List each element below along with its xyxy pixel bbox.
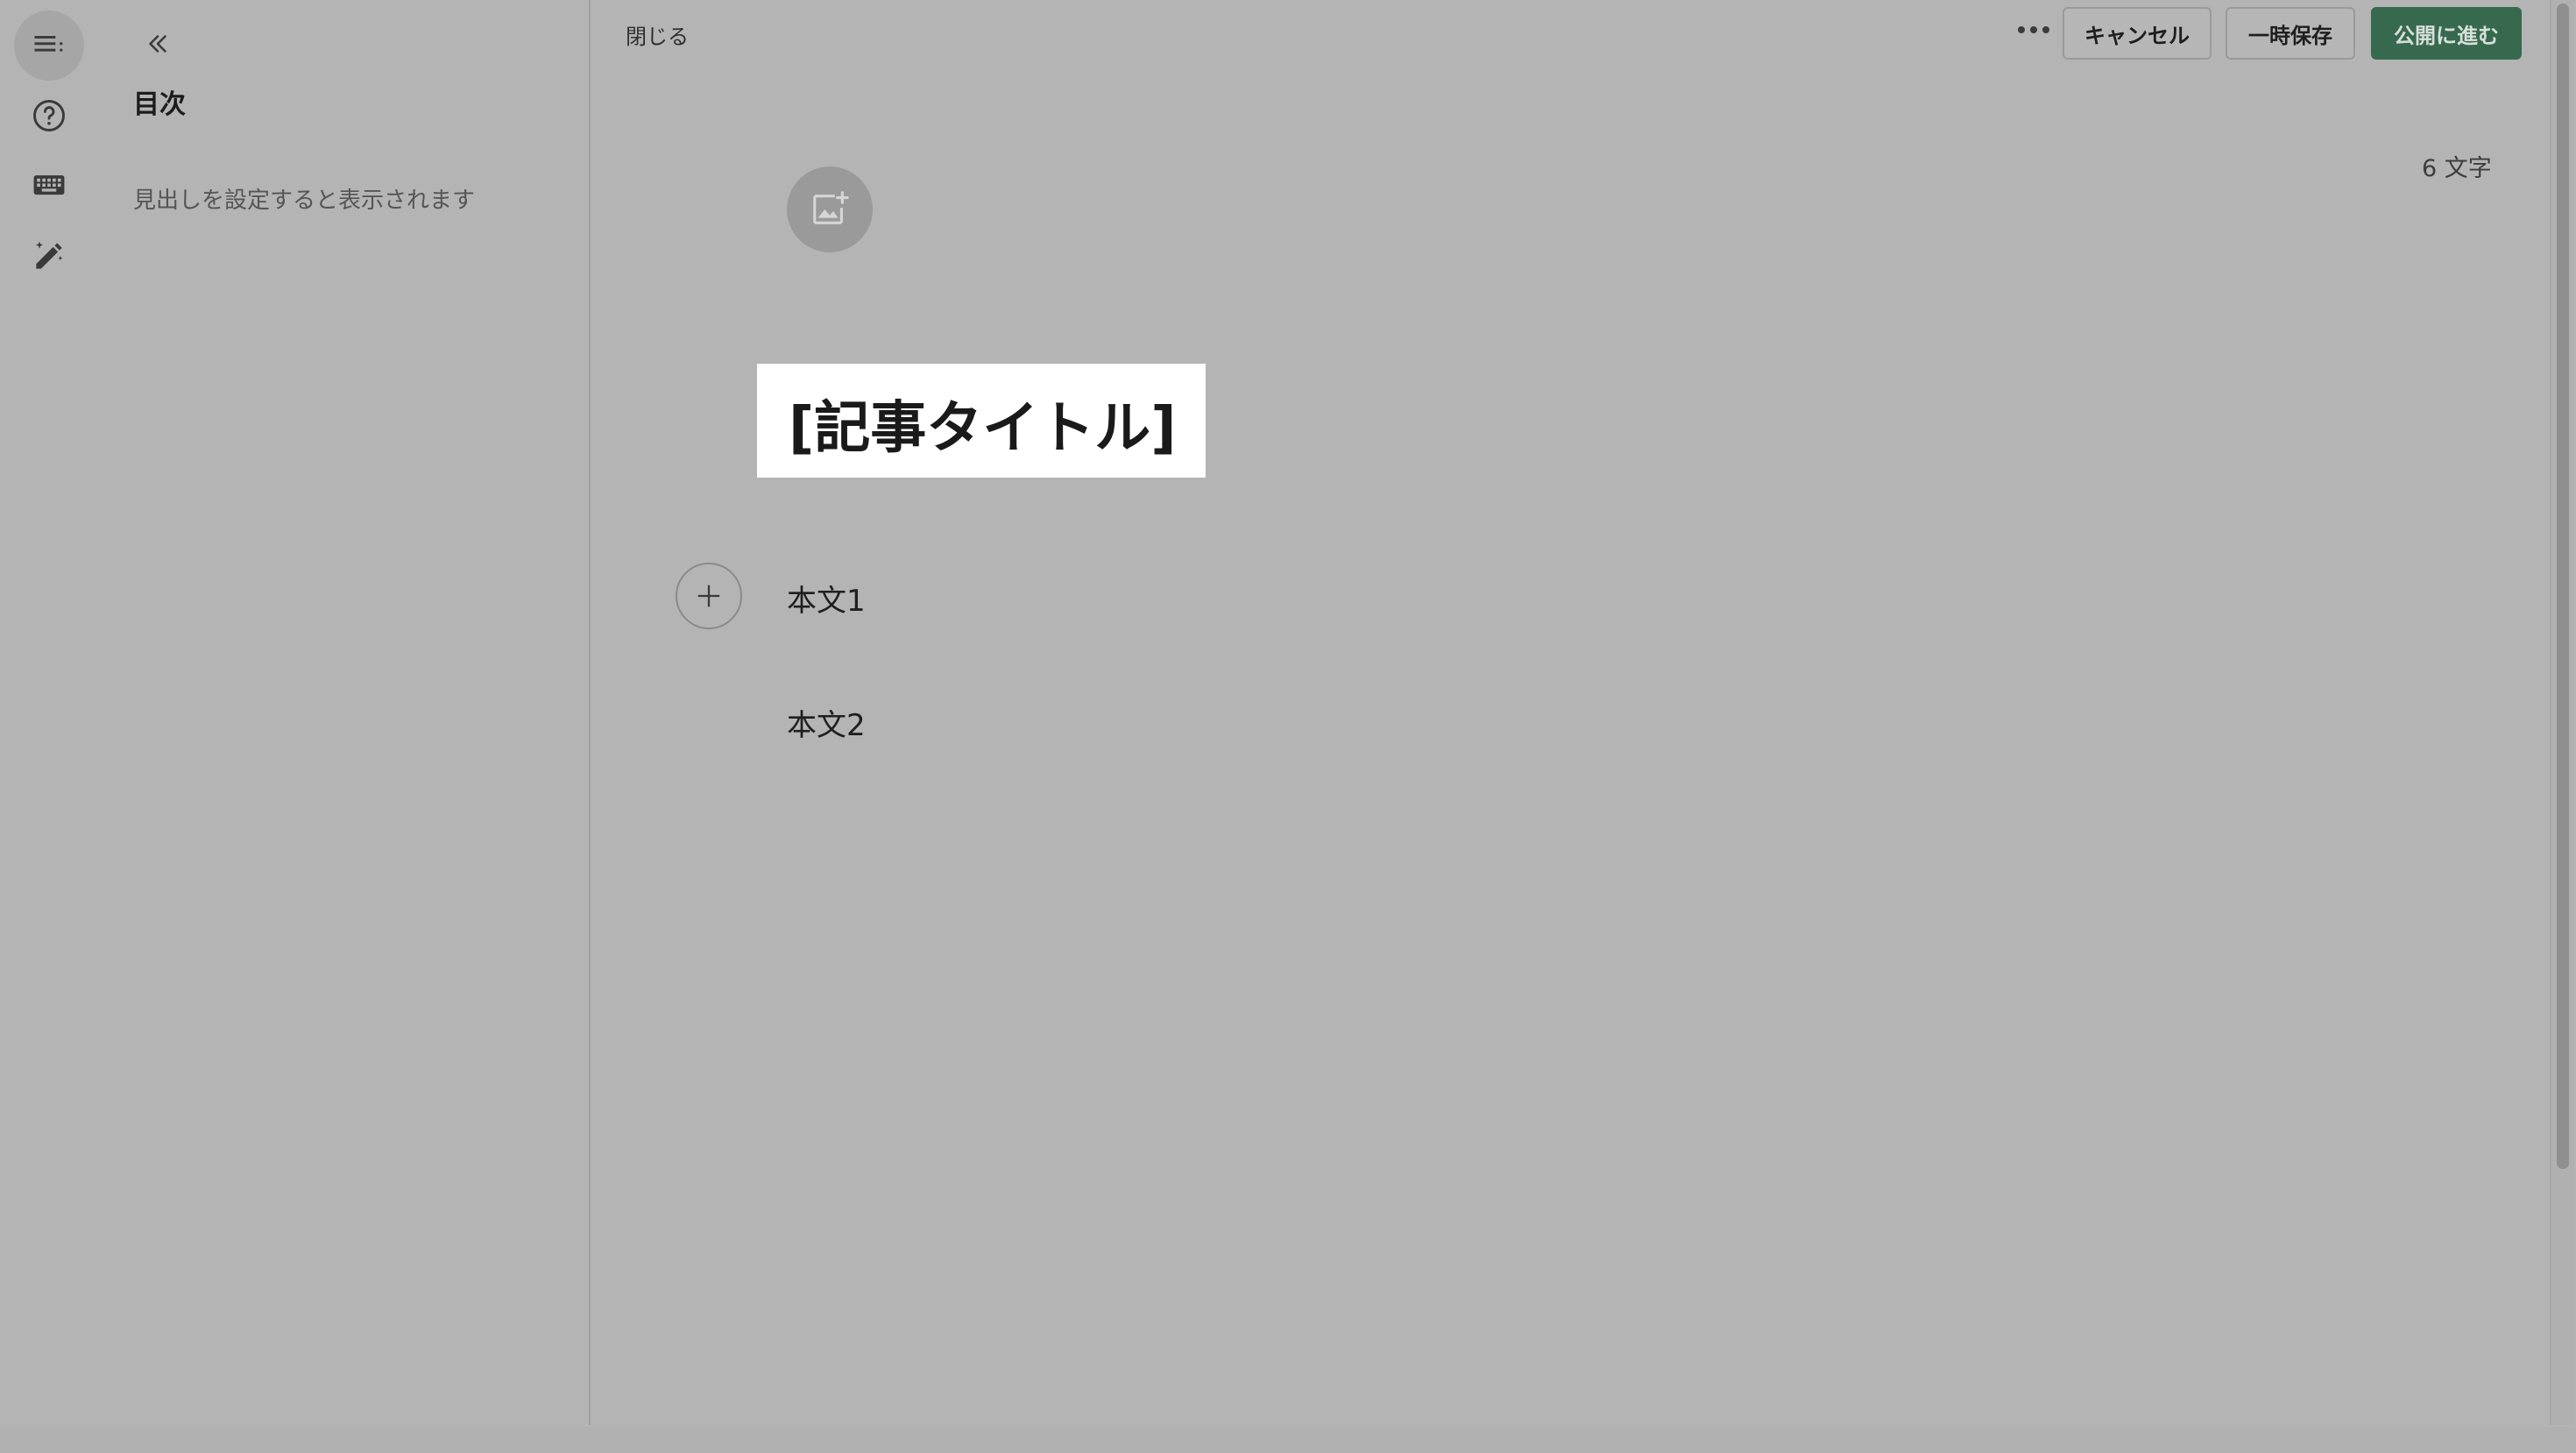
body-paragraph[interactable]: 本文1: [787, 577, 866, 620]
add-block-button[interactable]: [676, 563, 742, 629]
scrollbar-thumb[interactable]: [2557, 4, 2569, 1169]
article-title-field[interactable]: [記事タイトル]: [757, 364, 1206, 478]
plus-icon: [697, 585, 720, 607]
vertical-scrollbar[interactable]: [2550, 0, 2574, 1425]
magic-pen-icon: [35, 241, 63, 269]
close-button[interactable]: 閉じる: [626, 19, 689, 50]
article-title[interactable]: [記事タイトル]: [789, 383, 1206, 464]
double-chevron-left-icon: [149, 35, 166, 53]
keyboard-shortcuts-button[interactable]: [14, 151, 84, 221]
toc-list-icon: [34, 36, 63, 52]
add-header-image-button[interactable]: [787, 167, 873, 252]
image-plus-icon: [813, 191, 849, 224]
ellipsis-icon: [2018, 26, 2025, 33]
help-button[interactable]: [14, 81, 84, 151]
body-paragraph[interactable]: 本文2: [787, 701, 866, 744]
keyboard-icon: [33, 175, 65, 195]
character-count: 6 文字: [2422, 155, 2492, 182]
more-options-button[interactable]: [2006, 12, 2061, 47]
save-draft-button[interactable]: 一時保存: [2226, 7, 2355, 60]
toc-panel: 目次 見出しを設定すると表示されます: [98, 0, 591, 1425]
window-bottom-edge: [0, 1427, 2576, 1453]
toc-collapse-button[interactable]: [137, 25, 179, 63]
icon-rail: [0, 0, 98, 1453]
toc-title: 目次: [133, 89, 186, 120]
cancel-button[interactable]: キャンセル: [2063, 7, 2212, 60]
editor-header: 閉じる キャンセル 一時保存 公開に進む: [591, 0, 2550, 67]
editor-window: 目次 見出しを設定すると表示されます 閉じる キャンセル 一時保存 公開に進む …: [0, 0, 2576, 1453]
help-circle-icon: [33, 100, 65, 131]
toc-empty-message: 見出しを設定すると表示されます: [133, 188, 476, 214]
publish-button[interactable]: 公開に進む: [2371, 7, 2522, 60]
ai-assistant-button[interactable]: [14, 221, 84, 291]
toc-toggle-button[interactable]: [14, 11, 84, 81]
